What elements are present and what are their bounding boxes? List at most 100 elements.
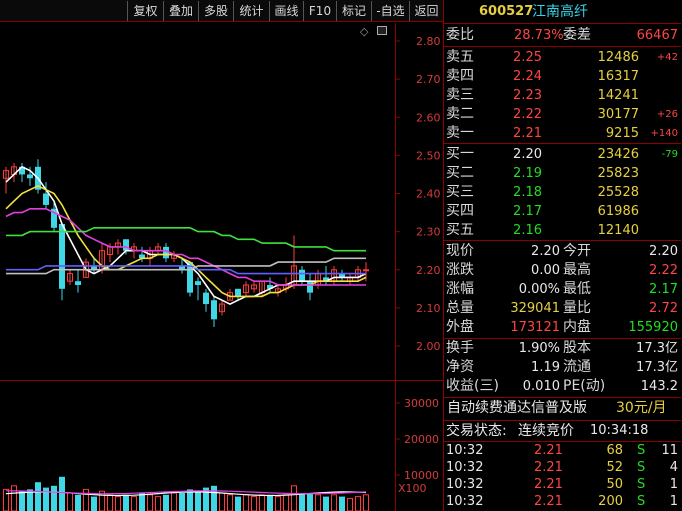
fundamental-value: 0.010 [522, 379, 560, 394]
candle-body [27, 174, 33, 179]
volume-bar [35, 482, 41, 511]
volume-bar [195, 491, 201, 511]
volume-bar [139, 493, 145, 511]
stat-label: 最高 [563, 262, 591, 278]
tick-count: 1 [669, 494, 678, 509]
tick-volume: 200 [598, 494, 623, 509]
sell-change: +42 [656, 52, 678, 63]
tick-count: 4 [669, 460, 678, 475]
fundamental-row: 收益(三) 0.010 PE(动) 143.2 [444, 377, 681, 396]
buy-level-row[interactable]: 买一 2.20 23426 -79 [444, 145, 681, 164]
fundamental-value: 1.19 [531, 360, 560, 375]
tick-side: S [637, 494, 646, 509]
volume-bar [275, 496, 281, 511]
volume-bar [307, 493, 313, 511]
buy-level-row[interactable]: 买二 2.19 25823 [444, 164, 681, 183]
fundamental-value: 17.3亿 [636, 341, 678, 356]
price-axis-label: 2.60 [416, 111, 441, 124]
fundamental-label: 换手 [446, 340, 474, 356]
stat-label: 内盘 [563, 319, 591, 335]
buy-price: 2.17 [513, 204, 542, 219]
buy-level-row[interactable]: 买四 2.17 61986 [444, 202, 681, 221]
fundamental-row: 换手 1.90% 股本 17.3亿 [444, 339, 681, 358]
candle-body [203, 292, 209, 305]
buy-level-row[interactable]: 买五 2.16 12140 [444, 221, 681, 240]
sell-change: +26 [656, 109, 678, 120]
price-chart[interactable]: 2.80 2.70 2.60 2.50 2.40 2.30 2.20 2.10 2.00 3000… [0, 23, 443, 511]
tick-time: 10:32 [446, 443, 484, 458]
volume-bar [331, 494, 337, 511]
sell-level-row[interactable]: 卖四 2.24 16317 [444, 67, 681, 86]
tick-count: 1 [669, 477, 678, 492]
buy-volume: 25528 [597, 185, 639, 200]
weicha-value: 66467 [636, 28, 678, 43]
buy-price: 2.16 [513, 223, 542, 238]
tick-row: 10:32 2.21 52 S 4 [444, 459, 681, 476]
restore-rights-button[interactable]: 复权 [127, 1, 163, 21]
volume-bar [107, 494, 113, 511]
sell-price: 2.23 [513, 88, 542, 103]
weibi-label: 委比 [446, 27, 474, 43]
multi-stock-button[interactable]: 多股 [198, 1, 233, 21]
volume-bar [43, 487, 49, 511]
tick-time: 10:32 [446, 460, 484, 475]
draw-line-button[interactable]: 画线 [269, 1, 303, 21]
diamond-icon[interactable]: ◇ [360, 25, 368, 38]
volume-axis-label: 10000 [404, 469, 439, 482]
price-axis-label: 2.50 [416, 149, 441, 162]
back-button[interactable]: 返回 [409, 1, 443, 21]
tick-row: 10:32 2.21 200 S 1 [444, 493, 681, 510]
buy-level-label: 买五 [446, 222, 474, 238]
stat-value: 329041 [510, 301, 560, 316]
statistics-button[interactable]: 统计 [233, 1, 269, 21]
buy-level-label: 买四 [446, 203, 474, 219]
mark-button[interactable]: 标记 [336, 1, 371, 21]
stat-value: 2.17 [649, 282, 678, 297]
buy-volume: 61986 [597, 204, 639, 219]
status-time: 10:34:18 [590, 423, 649, 438]
tick-side: S [637, 443, 646, 458]
sell-level-label: 卖五 [446, 49, 474, 65]
sell-volume: 12486 [597, 50, 639, 65]
subscription-ad[interactable]: 自动续费通达信普及版 30元/月 [444, 398, 681, 419]
volume-bar [339, 496, 345, 511]
fundamental-label: 净资 [446, 359, 474, 375]
sell-level-row[interactable]: 卖一 2.21 9215 +140 [444, 124, 681, 143]
sell-level-row[interactable]: 卖二 2.22 30177 +26 [444, 105, 681, 124]
sell-level-row[interactable]: 卖五 2.25 12486 +42 [444, 48, 681, 67]
sell-level-row[interactable]: 卖三 2.23 14241 [444, 86, 681, 105]
overlay-button[interactable]: 叠加 [163, 1, 198, 21]
stat-row: 总量 329041 量比 2.72 [444, 299, 681, 318]
volume-bar [283, 494, 289, 511]
ad-text: 自动续费通达信普及版 [447, 400, 587, 416]
remove-favorite-button[interactable]: -自选 [371, 1, 409, 21]
candle-body [43, 193, 49, 205]
buy-level-row[interactable]: 买三 2.18 25528 [444, 183, 681, 202]
stat-value: 2.72 [649, 301, 678, 316]
volume-bar [259, 494, 265, 511]
sell-volume: 16317 [597, 69, 639, 84]
window-toggle-icon[interactable] [377, 26, 387, 35]
buy-level-label: 买二 [446, 165, 474, 181]
candle-body [195, 281, 201, 285]
volume-bar [251, 496, 257, 511]
fundamental-label: 股本 [563, 340, 591, 356]
f10-button[interactable]: F10 [303, 1, 336, 21]
tick-price: 2.21 [534, 443, 563, 458]
candle-body [211, 300, 217, 320]
sell-change: +140 [650, 128, 678, 139]
sell-price: 2.25 [513, 50, 542, 65]
tick-side: S [637, 477, 646, 492]
chart-toolbar: 复权 叠加 多股 统计 画线 F10 标记 -自选 返回 [0, 0, 443, 22]
stat-value: 2.20 [649, 244, 678, 259]
stat-value: 0.00 [531, 263, 560, 278]
kline-chart[interactable]: 2.80 2.70 2.60 2.50 2.40 2.30 2.20 2.10 2.00 3000… [0, 23, 443, 511]
buy-change: -79 [661, 149, 678, 160]
buy-price: 2.19 [513, 166, 542, 181]
tick-row: 10:32 2.21 50 S 1 [444, 476, 681, 493]
fundamental-row: 净资 1.19 流通 17.3亿 [444, 358, 681, 377]
candle-body [299, 269, 305, 282]
fundamental-label: PE(动) [563, 378, 606, 394]
stat-label: 今开 [563, 243, 591, 259]
candle-body [59, 224, 65, 289]
